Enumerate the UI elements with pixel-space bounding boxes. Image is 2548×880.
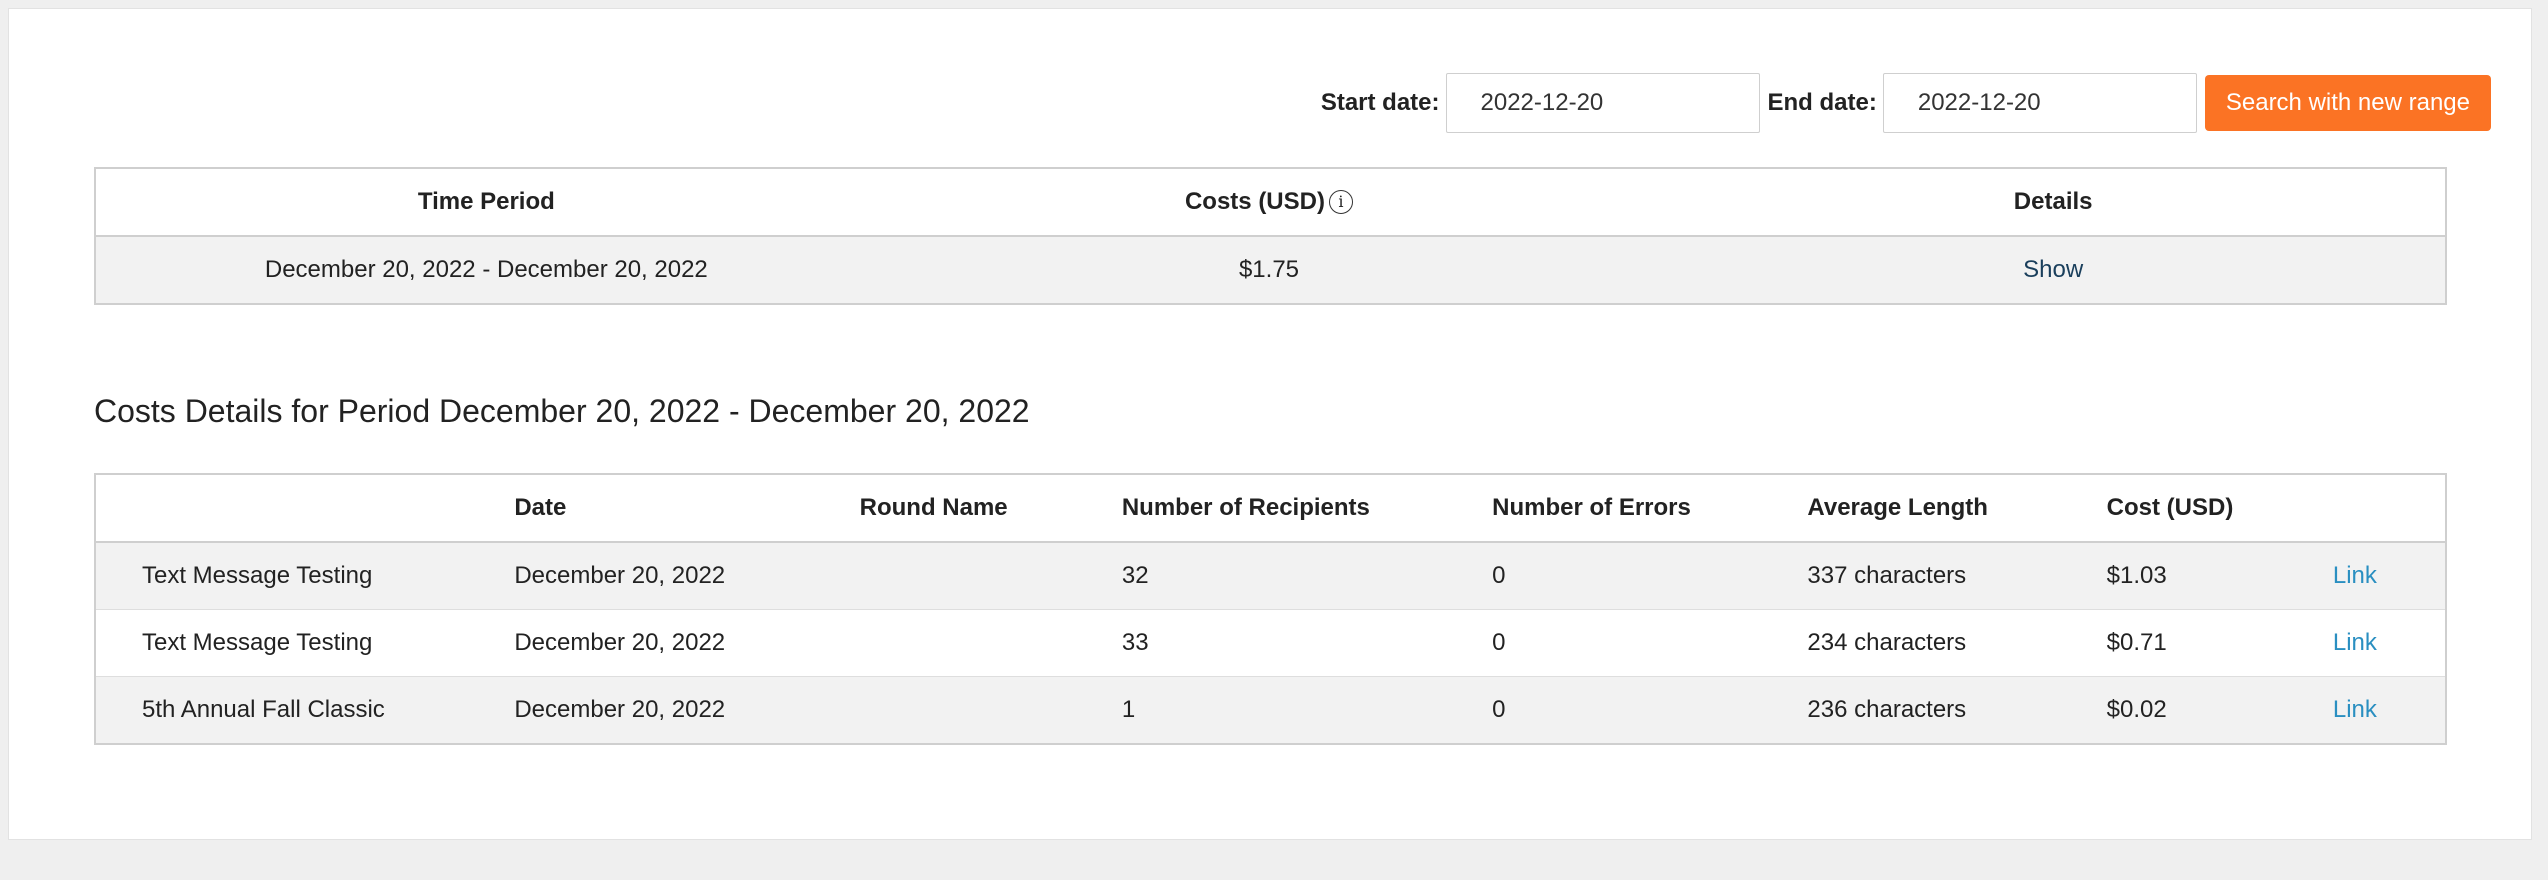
cost-details-table: Date Round Name Number of Recipients Num… [94, 473, 2447, 745]
start-date-input[interactable] [1445, 73, 1760, 133]
row-cost: $0.71 [2106, 609, 2333, 677]
row-name: Text Message Testing [95, 609, 515, 677]
info-icon[interactable]: i [1328, 190, 1353, 214]
errors-header: Number of Errors [1492, 474, 1808, 543]
row-errors: 0 [1492, 609, 1808, 677]
row-cost: $1.03 [2106, 542, 2333, 610]
row-link-cell: Link [2332, 542, 2446, 610]
row-link-cell: Link [2332, 676, 2446, 744]
row-link[interactable]: Link [2333, 562, 2377, 589]
costs-header: Costs (USD) i [876, 168, 1662, 237]
details-header: Details [1661, 168, 2446, 237]
row-recipients: 1 [1121, 676, 1493, 744]
end-date-input[interactable] [1882, 73, 2197, 133]
row-round-name [859, 676, 1122, 744]
details-header-row: Date Round Name Number of Recipients Num… [95, 474, 2446, 543]
row-name: Text Message Testing [95, 542, 515, 610]
row-average-length: 236 characters [1807, 676, 2107, 744]
summary-details-cell: Show [1661, 236, 2446, 304]
summary-table: Time Period Costs (USD) i Details Decembe… [94, 167, 2447, 305]
main-panel: Start date: End date: Search with new ra… [8, 8, 2532, 840]
time-period-header: Time Period [95, 168, 877, 237]
row-errors: 0 [1492, 542, 1808, 610]
cost-header: Cost (USD) [2106, 474, 2333, 543]
row-errors: 0 [1492, 676, 1808, 744]
end-date-label: End date: [1767, 89, 1877, 116]
row-date: December 20, 2022 [514, 542, 860, 610]
row-name: 5th Annual Fall Classic [95, 676, 515, 744]
average-length-header: Average Length [1807, 474, 2107, 543]
name-header [95, 474, 515, 543]
row-average-length: 337 characters [1807, 542, 2107, 610]
row-average-length: 234 characters [1807, 609, 2107, 677]
row-recipients: 32 [1121, 542, 1493, 610]
table-row: Text Message Testing December 20, 2022 3… [95, 609, 2446, 677]
row-recipients: 33 [1121, 609, 1493, 677]
row-round-name [859, 542, 1122, 610]
row-link[interactable]: Link [2333, 696, 2377, 723]
row-date: December 20, 2022 [514, 676, 860, 744]
table-row: Text Message Testing December 20, 2022 3… [95, 542, 2446, 610]
round-name-header: Round Name [859, 474, 1122, 543]
summary-period-cell: December 20, 2022 - December 20, 2022 [95, 236, 877, 304]
link-header [2332, 474, 2446, 543]
row-date: December 20, 2022 [514, 609, 860, 677]
details-header-label: Details [2013, 188, 2093, 215]
costs-header-label: Costs (USD) [1184, 188, 1325, 215]
time-period-header-label: Time Period [417, 188, 555, 215]
row-cost: $0.02 [2106, 676, 2333, 744]
row-round-name [859, 609, 1122, 677]
table-row: 5th Annual Fall Classic December 20, 202… [95, 676, 2446, 744]
recipients-header: Number of Recipients [1121, 474, 1493, 543]
date-range-bar: Start date: End date: Search with new ra… [1321, 73, 2491, 133]
start-date-label: Start date: [1320, 89, 1440, 116]
show-details-link[interactable]: Show [2023, 256, 2083, 283]
summary-header-row: Time Period Costs (USD) i Details [95, 168, 2446, 237]
summary-cost-cell: $1.75 [876, 236, 1662, 304]
summary-row: December 20, 2022 - December 20, 2022 $1… [95, 236, 2446, 304]
row-link-cell: Link [2332, 609, 2446, 677]
search-with-new-range-button[interactable]: Search with new range [2204, 75, 2491, 131]
row-link[interactable]: Link [2333, 629, 2377, 656]
cost-details-title: Costs Details for Period December 20, 20… [94, 393, 1030, 429]
date-header: Date [514, 474, 860, 543]
